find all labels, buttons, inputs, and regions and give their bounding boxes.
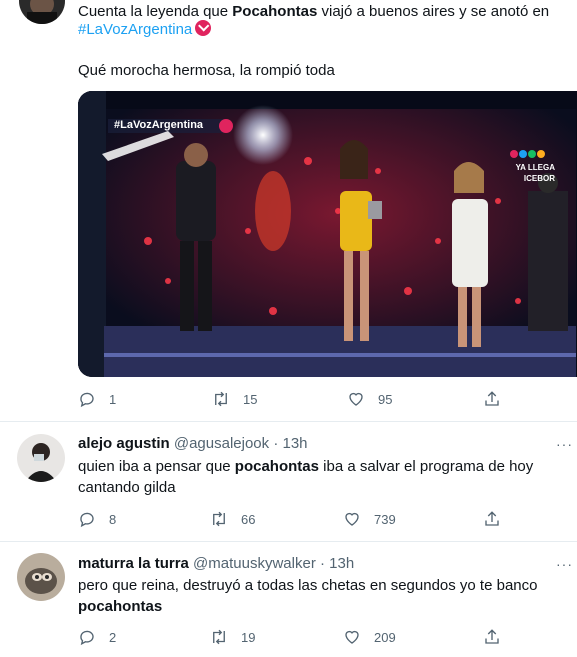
like-count: 739 <box>374 511 396 527</box>
media-overlay-tag: #LaVozArgentina <box>114 119 204 131</box>
retweet-button[interactable]: 19 <box>210 627 255 647</box>
highlighted-word: Pocahontas <box>232 3 318 20</box>
timestamp[interactable]: 13h <box>283 435 308 452</box>
retweet-icon <box>213 629 225 645</box>
user-handle[interactable]: @matuuskywalker <box>193 555 316 572</box>
media-corner-text-1: YA LLEGA <box>515 163 555 172</box>
channel-logo-icon <box>509 146 545 158</box>
like-button[interactable]: 95 <box>347 389 392 409</box>
reply-text-line1: quien iba a pensar que pocahontas iba a … <box>78 457 533 477</box>
reply-text-line2: cantando gilda <box>78 479 176 496</box>
main-tweet-text-line1: Cuenta la leyenda que Pocahontas viajó a… <box>78 2 549 22</box>
text-span: quien iba a pensar que <box>78 458 235 475</box>
like-icon <box>349 392 363 406</box>
reply-header: maturra la turra @matuuskywalker · 13h <box>78 554 354 574</box>
text-span: viajó a buenos aires y se anotó en <box>317 3 550 20</box>
like-button[interactable]: 739 <box>343 509 396 529</box>
highlighted-word: pocahontas <box>234 458 319 475</box>
text-span: Cuenta la leyenda que <box>78 3 233 20</box>
like-icon <box>345 630 359 644</box>
main-tweet-avatar[interactable] <box>19 0 65 24</box>
reply-count: 8 <box>109 511 117 527</box>
retweet-button[interactable]: 66 <box>210 509 255 529</box>
retweet-count: 66 <box>241 511 256 527</box>
hashtag-link[interactable]: #LaVozArgentina <box>78 21 192 38</box>
reply-button[interactable]: 2 <box>78 627 116 647</box>
reply-text-line2: pocahontas <box>78 598 163 615</box>
reply-count: 2 <box>109 629 117 645</box>
reply-icon <box>80 630 94 646</box>
retweet-icon <box>213 511 225 527</box>
reply-tweet[interactable]: maturra la turra @matuuskywalker · 13h ·… <box>0 542 577 657</box>
main-tweet-text-line2: #LaVozArgentina <box>78 20 212 40</box>
reply-icon <box>80 512 94 528</box>
la-voz-badge-icon <box>195 20 212 36</box>
more-icon[interactable]: ··· <box>556 436 573 452</box>
like-count: 209 <box>374 629 396 645</box>
main-tweet[interactable]: Cuenta la leyenda que Pocahontas viajó a… <box>0 0 577 422</box>
share-button[interactable] <box>483 509 514 529</box>
retweet-count: 19 <box>241 629 256 645</box>
retweet-icon <box>215 391 227 407</box>
like-button[interactable]: 209 <box>343 627 396 647</box>
share-button[interactable] <box>483 627 514 647</box>
share-button[interactable] <box>483 389 514 409</box>
timestamp[interactable]: 13h <box>329 555 354 572</box>
user-handle[interactable]: @agusalejook <box>174 435 269 452</box>
reply-count: 1 <box>109 391 117 407</box>
media-corner-text-2: ICEBOR <box>523 174 555 183</box>
reply-icon <box>80 392 94 408</box>
reply-button[interactable]: 8 <box>78 509 116 529</box>
media-logo-icon <box>219 119 233 133</box>
user-name[interactable]: alejo agustin <box>78 435 170 452</box>
like-count: 95 <box>378 391 393 407</box>
share-icon <box>485 629 499 644</box>
separator-dot: · <box>273 435 279 452</box>
reply-header: alejo agustin @agusalejook · 13h <box>78 434 308 454</box>
reply-avatar[interactable] <box>17 553 65 601</box>
like-icon <box>345 512 359 526</box>
retweet-button[interactable]: 15 <box>212 389 257 409</box>
retweet-count: 15 <box>243 391 258 407</box>
share-icon <box>485 391 499 406</box>
main-tweet-actions: 1 15 95 <box>78 389 518 409</box>
reply-avatar[interactable] <box>17 434 65 482</box>
reply-text-line1: pero que reina, destruyó a todas las che… <box>78 577 538 594</box>
separator-dot: · <box>319 555 325 572</box>
reply-tweet[interactable]: alejo agustin @agusalejook · 13h ··· qui… <box>0 422 577 542</box>
share-icon <box>485 511 499 526</box>
more-icon[interactable]: ··· <box>556 556 573 572</box>
text-span: iba a salvar el programa de hoy <box>318 458 534 475</box>
reply-button[interactable]: 1 <box>78 389 116 409</box>
main-tweet-text-line3: Qué morocha hermosa, la rompió toda <box>78 62 335 79</box>
reply-actions: 2 19 209 <box>78 627 518 647</box>
reply-actions: 8 66 739 <box>78 509 518 529</box>
tweet-media-image[interactable]: #LaVozArgentina YA LLEGA ICEBOR <box>78 91 577 377</box>
user-name[interactable]: maturra la turra <box>78 555 189 572</box>
